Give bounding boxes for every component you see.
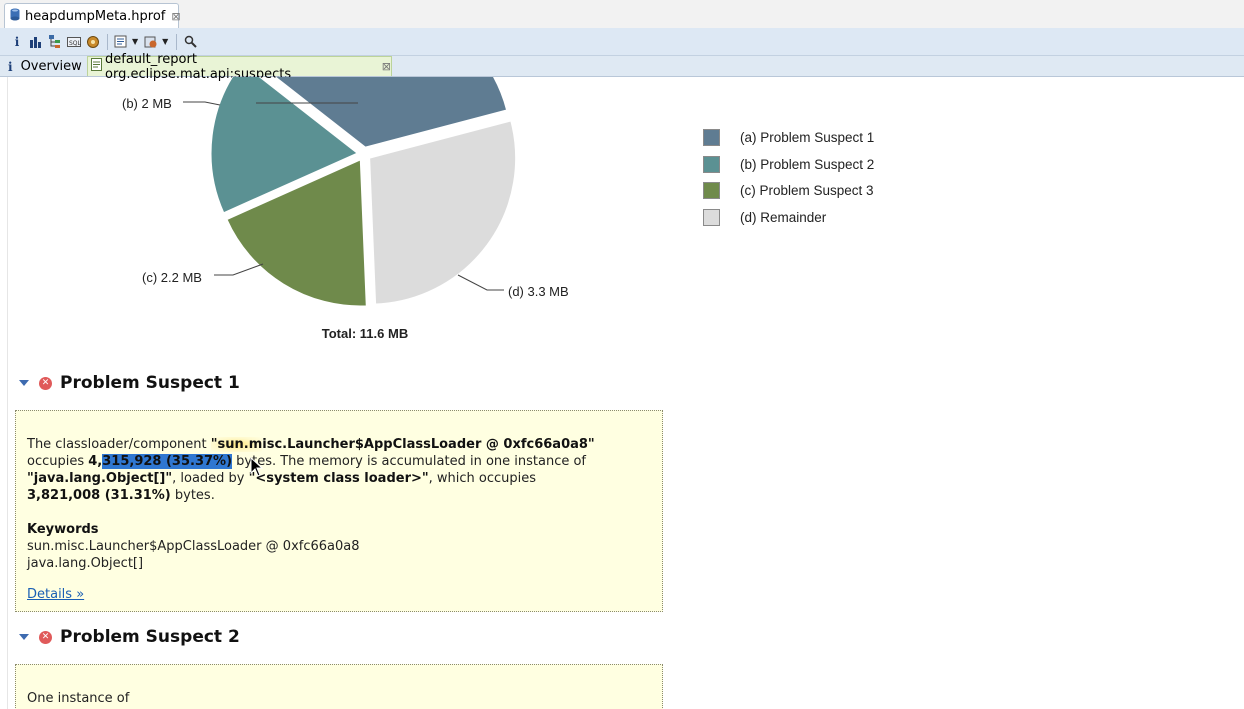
info-icon: i <box>8 59 13 74</box>
suspect1-box: The classloader/component "sun.misc.Laun… <box>15 410 663 612</box>
tab-default-report[interactable]: default_report org.eclipse.mat.api:suspe… <box>87 52 392 82</box>
error-icon: ✕ <box>39 630 52 644</box>
keywords-title: Keywords <box>27 522 99 537</box>
chevron-down-icon[interactable]: ▼ <box>132 37 138 46</box>
desc-text: occupies <box>27 454 89 469</box>
pie-label-b: (b) 2 MB <box>122 96 172 111</box>
desc-bold: 3,821,008 (31.31%) <box>27 488 171 503</box>
leader-line-c <box>214 263 264 276</box>
legend-label: (a) Problem Suspect 1 <box>740 129 875 145</box>
pie-chart: (b) 2 MB (c) 2.2 MB (d) 3.3 MB Total: 11… <box>122 77 569 341</box>
inner-tabbar: i Overview default_report org.eclipse.ma… <box>0 52 1244 82</box>
run-report-icon[interactable] <box>113 34 129 50</box>
keyword-item: java.lang.Object[] <box>27 556 144 571</box>
desc-text: , which occupies <box>428 471 537 486</box>
desc-text: , loaded by <box>172 471 249 486</box>
legend-item-b: (b) Problem Suspect 2 <box>703 154 874 174</box>
selected-text[interactable]: 315,928 (35.37%) <box>102 454 233 469</box>
pie-label-d: (d) 3.3 MB <box>508 284 569 299</box>
dominator-tree-icon[interactable] <box>47 34 63 50</box>
suspect1-title: Problem Suspect 1 <box>60 373 240 393</box>
histogram-icon[interactable] <box>28 34 44 50</box>
editor-tabbar: heapdumpMeta.hprof ⊠ <box>0 0 1244 29</box>
suspect2-header: ✕ Problem Suspect 2 <box>19 627 240 647</box>
desc-bold: "sun.m <box>210 437 263 452</box>
details-link[interactable]: Details » <box>27 587 84 602</box>
search-icon[interactable] <box>182 34 198 50</box>
desc-text: bytes. The memory is accumulated in one … <box>232 454 587 469</box>
query-browser-icon[interactable] <box>143 34 159 50</box>
expand-twisty-icon[interactable] <box>19 380 29 386</box>
pie-label-c: (c) 2.2 MB <box>142 270 202 285</box>
suspect1-description: The classloader/component "sun.misc.Laun… <box>27 436 651 504</box>
desc-bold: isc.Launcher$AppClassLoader @ 0xfc66a0a8… <box>262 437 595 452</box>
mouse-cursor-icon <box>250 457 264 477</box>
tab-overview-label: Overview <box>20 59 82 74</box>
pie-slice-d <box>369 120 517 305</box>
toolbar-separator <box>176 33 178 50</box>
expand-twisty-icon[interactable] <box>19 634 29 640</box>
legend-swatch <box>703 155 720 173</box>
toolbar-separator <box>107 33 108 50</box>
thread-overview-icon[interactable] <box>85 34 101 50</box>
suspect2-title: Problem Suspect 2 <box>60 627 240 647</box>
suspect2-description: One instance of <box>27 691 130 706</box>
leader-line-b2 <box>183 101 221 106</box>
tab-overview[interactable]: i Overview <box>8 57 82 76</box>
leader-line-d <box>457 274 504 291</box>
legend-label: (d) Remainder <box>740 209 827 225</box>
legend-swatch <box>703 128 720 146</box>
svg-text:SQL: SQL <box>69 40 81 47</box>
report-content: (b) 2 MB (c) 2.2 MB (d) 3.3 MB Total: 11… <box>0 77 1244 709</box>
chevron-down-icon[interactable]: ▼ <box>162 37 168 46</box>
close-icon[interactable]: ⊠ <box>382 60 391 73</box>
legend-item-c: (c) Problem Suspect 3 <box>703 180 874 200</box>
desc-bold: "<system class loader>" <box>248 471 429 486</box>
legend-label: (b) Problem Suspect 2 <box>740 156 875 172</box>
error-icon: ✕ <box>39 376 52 390</box>
editor-tab-label: heapdumpMeta.hprof <box>25 8 166 24</box>
legend-item-a: (a) Problem Suspect 1 <box>703 127 874 147</box>
suspect2-box: One instance of <box>15 664 663 709</box>
legend-label: (c) Problem Suspect 3 <box>740 182 874 198</box>
editor-tab-heapdump[interactable]: heapdumpMeta.hprof ⊠ <box>4 3 181 28</box>
desc-bold: 4, <box>88 454 103 469</box>
legend-swatch <box>703 208 720 226</box>
desc-text: The classloader/component <box>27 437 211 452</box>
info-icon[interactable]: i <box>9 34 25 50</box>
database-icon <box>10 8 20 25</box>
desc-bold: "java.lang.Object[]" <box>27 471 173 486</box>
report-icon <box>91 58 102 75</box>
keyword-item: sun.misc.Launcher$AppClassLoader @ 0xfc6… <box>27 539 360 554</box>
close-icon[interactable]: ⊠ <box>171 10 180 23</box>
desc-text: bytes. <box>170 488 215 503</box>
legend-swatch <box>703 181 720 199</box>
pie-total: Total: 11.6 MB <box>322 326 408 341</box>
legend-item-d: (d) Remainder <box>703 207 826 227</box>
suspect1-header: ✕ Problem Suspect 1 <box>19 373 240 393</box>
oql-icon[interactable]: SQL <box>66 34 82 50</box>
